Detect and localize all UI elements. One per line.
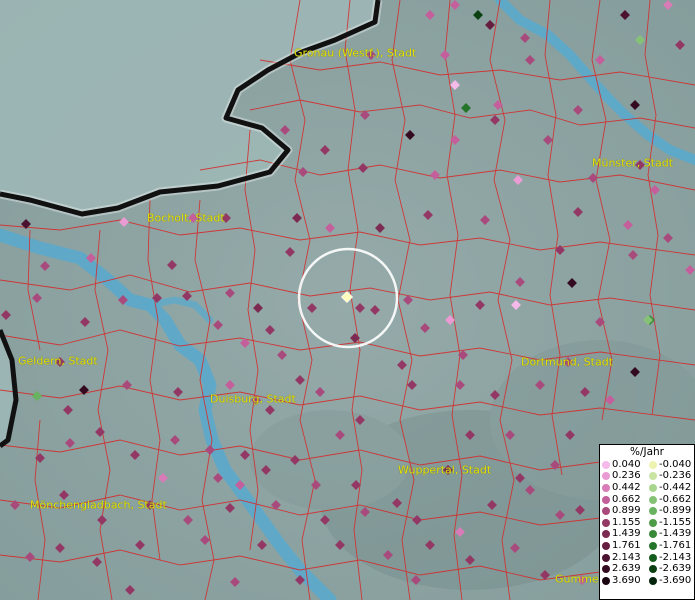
legend-entry-negative: -0.442 [647, 481, 694, 493]
city-label-bocholt: Bocholt, Stadt [147, 211, 225, 225]
legend-swatch [602, 576, 610, 585]
city-label-geldern: Geldern, Stadt [18, 354, 98, 368]
legend-swatch [602, 483, 610, 492]
legend-swatch [602, 495, 610, 504]
legend-row: 0.040 -0.040 [600, 459, 694, 471]
legend-value: 2.143 [612, 551, 641, 563]
legend-value: 0.899 [612, 505, 641, 517]
legend-swatch [649, 518, 657, 527]
legend-value: -0.442 [659, 481, 692, 493]
legend-entry-positive: 1.155 [600, 516, 647, 528]
legend-value: 2.639 [612, 563, 641, 575]
legend-entry-positive: 1.439 [600, 529, 647, 539]
legend-value: -1.761 [659, 539, 692, 551]
legend-swatch [649, 565, 657, 574]
legend-row: 1.155 -1.155 [600, 517, 694, 529]
legend-entry-negative: -0.899 [647, 506, 694, 516]
legend-entry-negative: -1.155 [647, 516, 694, 528]
legend-row: 1.761 -1.761 [600, 540, 694, 552]
legend-value: -3.690 [659, 574, 692, 586]
legend-entry-negative: -1.439 [647, 529, 694, 539]
legend-value: -2.639 [659, 563, 692, 575]
legend-rows: 0.040 -0.040 0.236 -0.236 0.442 -0.442 0.662 -0… [600, 459, 694, 587]
legend-entry-positive: 1.761 [600, 539, 647, 551]
legend-entry-positive: 0.662 [600, 493, 647, 505]
legend-swatch [602, 530, 610, 539]
legend-entry-negative: -0.040 [647, 458, 694, 470]
legend-swatch [602, 565, 610, 574]
legend-value: -0.899 [659, 505, 692, 517]
legend-entry-negative: -3.690 [647, 574, 694, 586]
legend-row: 2.143 -2.143 [600, 552, 694, 564]
legend-swatch [649, 460, 657, 469]
legend-swatch [649, 507, 657, 516]
legend-entry-negative: -2.143 [647, 551, 694, 563]
legend-value: 0.236 [612, 470, 641, 482]
legend-swatch [649, 553, 657, 562]
legend-value: 1.761 [612, 539, 641, 551]
legend-swatch [649, 483, 657, 492]
legend-swatch [602, 460, 610, 469]
legend-entry-negative: -1.761 [647, 539, 694, 551]
legend-row: 0.899 -0.899 [600, 505, 694, 517]
legend-swatch [602, 507, 610, 516]
legend-value: -1.155 [659, 516, 692, 528]
legend-row: 3.690 -3.690 [600, 575, 694, 587]
legend-row: 0.662 -0.662 [600, 494, 694, 506]
legend-swatch [602, 541, 610, 550]
legend-value: -2.143 [659, 551, 692, 563]
legend-value: 0.662 [612, 493, 641, 505]
legend-entry-positive: 0.236 [600, 471, 647, 481]
legend-value: -0.040 [659, 458, 692, 470]
legend-swatch [649, 541, 657, 550]
legend-value: 0.040 [612, 458, 641, 470]
city-label-duisburg: Duisburg, Stadt [210, 392, 296, 406]
legend-value: -1.439 [659, 528, 692, 540]
legend-row: 2.639 -2.639 [600, 563, 694, 575]
legend-entry-negative: -0.236 [647, 471, 694, 481]
city-label-gronau: Gronau (Westf.), Stadt [294, 46, 417, 60]
legend: %/Jahr 0.040 -0.040 0.236 -0.236 0.442 -0.442… [599, 444, 695, 600]
legend-row: 0.236 -0.236 [600, 471, 694, 483]
legend-value: 3.690 [612, 574, 641, 586]
legend-entry-negative: -2.639 [647, 564, 694, 574]
city-label-moenchengladbach: Mönchengladbach, Stadt [30, 498, 167, 512]
legend-row: 0.442 -0.442 [600, 482, 694, 494]
legend-row: 1.439 -1.439 [600, 529, 694, 541]
city-label-wuppertal: Wuppertal, Stadt [398, 463, 492, 477]
legend-value: -0.662 [659, 493, 692, 505]
legend-entry-positive: 2.639 [600, 564, 647, 574]
legend-value: 1.439 [612, 528, 641, 540]
legend-swatch [602, 518, 610, 527]
legend-value: 1.155 [612, 516, 641, 528]
legend-swatch [649, 530, 657, 539]
legend-entry-positive: 3.690 [600, 574, 647, 586]
legend-swatch [602, 472, 610, 481]
legend-entry-positive: 2.143 [600, 551, 647, 563]
city-label-dortmund: Dortmund, Stadt [521, 355, 614, 369]
legend-entry-positive: 0.040 [600, 458, 647, 470]
legend-value: -0.236 [659, 470, 692, 482]
legend-entry-negative: -0.662 [647, 493, 694, 505]
legend-entry-positive: 0.442 [600, 481, 647, 493]
legend-value: 0.442 [612, 481, 641, 493]
legend-swatch [649, 576, 657, 585]
legend-entry-positive: 0.899 [600, 506, 647, 516]
legend-swatch [649, 472, 657, 481]
legend-swatch [649, 495, 657, 504]
city-label-muenster: Münster, Stadt [592, 156, 674, 170]
legend-swatch [602, 553, 610, 562]
legend-title: %/Jahr [629, 446, 665, 458]
